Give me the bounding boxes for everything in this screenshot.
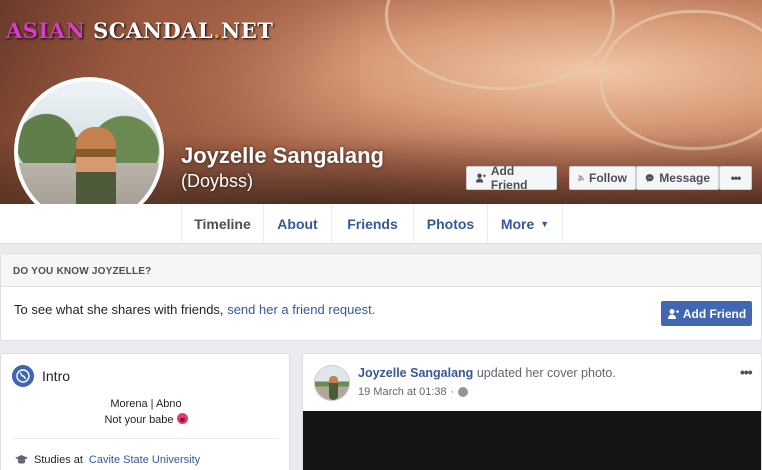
school-link[interactable]: Cavite State University xyxy=(89,454,200,466)
post-header: Joyzelle Sangalang updated her cover pho… xyxy=(358,366,616,380)
cover-update-post: Joyzelle Sangalang updated her cover pho… xyxy=(302,353,762,470)
tab-about-label: About xyxy=(277,215,318,232)
tab-more-label: More xyxy=(500,215,535,232)
bio-line-1: Morena | Abno xyxy=(110,398,182,410)
post-options-button[interactable]: ••• xyxy=(740,364,753,380)
do-you-know-text: To see what she shares with friends, sen… xyxy=(14,302,375,317)
do-you-know-sentence: To see what she shares with friends, xyxy=(14,302,224,317)
post-cover-photo[interactable] xyxy=(303,411,761,470)
graduation-cap-icon xyxy=(15,455,28,464)
post-timestamp: 19 March at 01:38 · xyxy=(358,386,469,398)
cover-add-friend-label: Add Friend xyxy=(490,164,528,192)
post-dot: · xyxy=(450,386,455,398)
follow-label: Follow xyxy=(589,171,627,185)
watermark-part3: NET xyxy=(221,18,274,43)
add-friend-label: Add Friend xyxy=(682,306,747,321)
profile-nickname: (Doybss) xyxy=(181,171,254,191)
globe-icon xyxy=(12,365,34,387)
more-dots-icon: ••• xyxy=(730,171,742,185)
add-friend-button[interactable]: Add Friend xyxy=(661,301,752,326)
message-button[interactable]: Message xyxy=(636,166,719,190)
tab-friends-label: Friends xyxy=(347,215,398,232)
do-you-know-heading: DO YOU KNOW JOYZELLE? xyxy=(1,254,761,287)
profile-name[interactable]: Joyzelle Sangalang xyxy=(181,143,384,169)
intro-card: Intro Morena | Abno Not your babe Studie… xyxy=(0,353,290,470)
add-friend-icon xyxy=(667,308,679,319)
tab-friends[interactable]: Friends xyxy=(332,204,414,243)
bio-line-2-text: Not your babe xyxy=(104,414,174,426)
tab-timeline-label: Timeline xyxy=(194,215,251,232)
profile-nav: Timeline About Friends Photos More ▼ xyxy=(0,204,762,244)
post-avatar-person xyxy=(329,376,338,400)
intro-title: Intro xyxy=(42,368,71,384)
cover-glasses-right xyxy=(600,10,762,150)
post-author-link[interactable]: Joyzelle Sangalang xyxy=(358,366,473,380)
message-label: Message xyxy=(659,171,710,185)
rss-icon xyxy=(578,175,584,181)
caret-down-icon: ▼ xyxy=(540,218,550,229)
cover-more-button[interactable]: ••• xyxy=(719,166,752,190)
bio-line-2: Not your babe xyxy=(1,413,291,426)
follow-button[interactable]: Follow xyxy=(569,166,636,190)
add-friend-icon xyxy=(475,173,486,183)
tab-more[interactable]: More ▼ xyxy=(488,204,563,243)
tab-photos-label: Photos xyxy=(426,215,475,232)
watermark-part1: ASIAN xyxy=(6,18,86,43)
tongue-emoji-icon xyxy=(176,413,188,424)
privacy-globe-icon xyxy=(458,387,469,397)
tab-about[interactable]: About xyxy=(264,204,332,243)
messenger-icon xyxy=(645,174,654,182)
post-action: updated her cover photo. xyxy=(476,366,616,380)
do-you-know-box: DO YOU KNOW JOYZELLE? To see what she sh… xyxy=(0,253,762,341)
cover-glasses-left xyxy=(385,0,615,90)
studies-prefix: Studies at xyxy=(34,454,83,466)
watermark-dot: . xyxy=(213,18,222,43)
tab-photos[interactable]: Photos xyxy=(414,204,488,243)
cover-add-friend-button[interactable]: Add Friend xyxy=(466,164,557,192)
intro-divider xyxy=(13,438,279,439)
watermark-part2: SCANDAL xyxy=(93,18,214,43)
post-avatar[interactable] xyxy=(314,365,350,401)
friend-request-link[interactable]: send her a friend request. xyxy=(227,302,375,317)
studies-row: Studies at Cavite State University xyxy=(15,454,200,466)
post-time-link[interactable]: 19 March at 01:38 xyxy=(358,386,447,398)
watermark: ASIAN SCANDAL.NET xyxy=(6,18,273,43)
tab-timeline[interactable]: Timeline xyxy=(181,204,264,243)
